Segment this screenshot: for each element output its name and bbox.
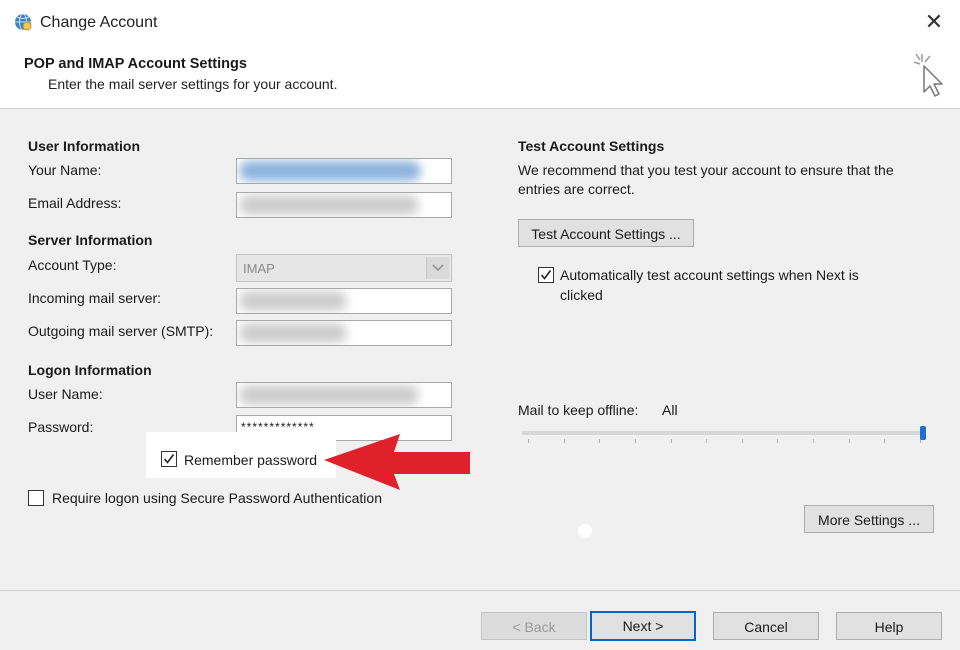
cancel-button[interactable]: Cancel	[713, 612, 819, 640]
auto-test-checkbox[interactable]	[538, 267, 554, 283]
auto-test-label-line1: Automatically test account settings when…	[560, 267, 859, 283]
user-info-heading: User Information	[28, 138, 141, 154]
test-description-line1: We recommend that you test your account …	[518, 162, 894, 178]
slider-tick	[848, 439, 850, 443]
account-type-label: Account Type:	[28, 257, 117, 273]
password-label: Password:	[28, 419, 94, 435]
slider-tick	[884, 439, 886, 443]
test-settings-heading: Test Account Settings	[518, 138, 665, 154]
user-name-field[interactable]	[236, 382, 452, 408]
mail-offline-label: Mail to keep offline:	[518, 402, 639, 418]
your-name-label: Your Name:	[28, 162, 102, 178]
test-description-line2: entries are correct.	[518, 181, 635, 197]
close-icon[interactable]: ✕	[922, 10, 946, 34]
slider-tick	[777, 439, 779, 443]
mail-offline-value: All	[662, 402, 678, 418]
slider-tick	[528, 439, 529, 443]
annotation-arrow-icon	[322, 432, 472, 492]
header-title: POP and IMAP Account Settings	[24, 56, 247, 72]
mail-offline-slider-track[interactable]	[522, 431, 926, 435]
slider-tick	[634, 439, 636, 443]
chevron-down-icon[interactable]	[426, 257, 449, 279]
remember-password-label: Remember password	[184, 452, 318, 468]
redacted-value	[239, 385, 419, 405]
outgoing-server-label: Outgoing mail server (SMTP):	[28, 323, 214, 339]
globe-mail-icon	[14, 13, 32, 31]
remember-password-checkbox[interactable]	[161, 451, 177, 467]
spa-checkbox[interactable]	[28, 490, 44, 506]
redacted-value	[239, 291, 347, 311]
test-account-settings-button[interactable]: Test Account Settings ...	[518, 219, 694, 247]
slider-tick	[741, 439, 743, 443]
header-subtitle: Enter the mail server settings for your …	[48, 76, 338, 92]
auto-test-label-line2: clicked	[560, 287, 603, 303]
redacted-value	[239, 323, 347, 343]
server-info-heading: Server Information	[28, 232, 153, 248]
slider-tick	[813, 439, 815, 443]
more-settings-button[interactable]: More Settings ...	[804, 505, 934, 533]
back-button[interactable]: < Back	[481, 612, 587, 640]
slider-tick	[563, 439, 565, 443]
email-address-field[interactable]	[236, 192, 452, 218]
slider-tick	[670, 439, 672, 443]
logon-info-heading: Logon Information	[28, 362, 152, 378]
slider-tick	[706, 439, 708, 443]
title-bar: Change Account ✕	[0, 0, 960, 44]
your-name-field[interactable]	[236, 158, 452, 184]
slider-tick	[599, 439, 601, 443]
spa-label: Require logon using Secure Password Auth…	[52, 490, 382, 506]
mail-offline-slider-thumb[interactable]	[920, 426, 926, 440]
redacted-value	[239, 161, 421, 181]
help-button[interactable]: Help	[836, 612, 942, 640]
redacted-value	[239, 195, 419, 215]
email-address-label: Email Address:	[28, 195, 122, 211]
incoming-server-label: Incoming mail server:	[28, 290, 162, 306]
next-button[interactable]: Next >	[590, 611, 696, 641]
account-type-value: IMAP	[243, 261, 275, 276]
incoming-server-field[interactable]	[236, 288, 452, 314]
cursor-dot	[578, 524, 592, 538]
account-type-select[interactable]: IMAP	[236, 254, 452, 282]
window-title: Change Account	[40, 14, 158, 31]
wizard-cursor-icon	[908, 50, 948, 100]
outgoing-server-field[interactable]	[236, 320, 452, 346]
dialog-header: POP and IMAP Account Settings Enter the …	[0, 44, 960, 109]
user-name-label: User Name:	[28, 386, 103, 402]
